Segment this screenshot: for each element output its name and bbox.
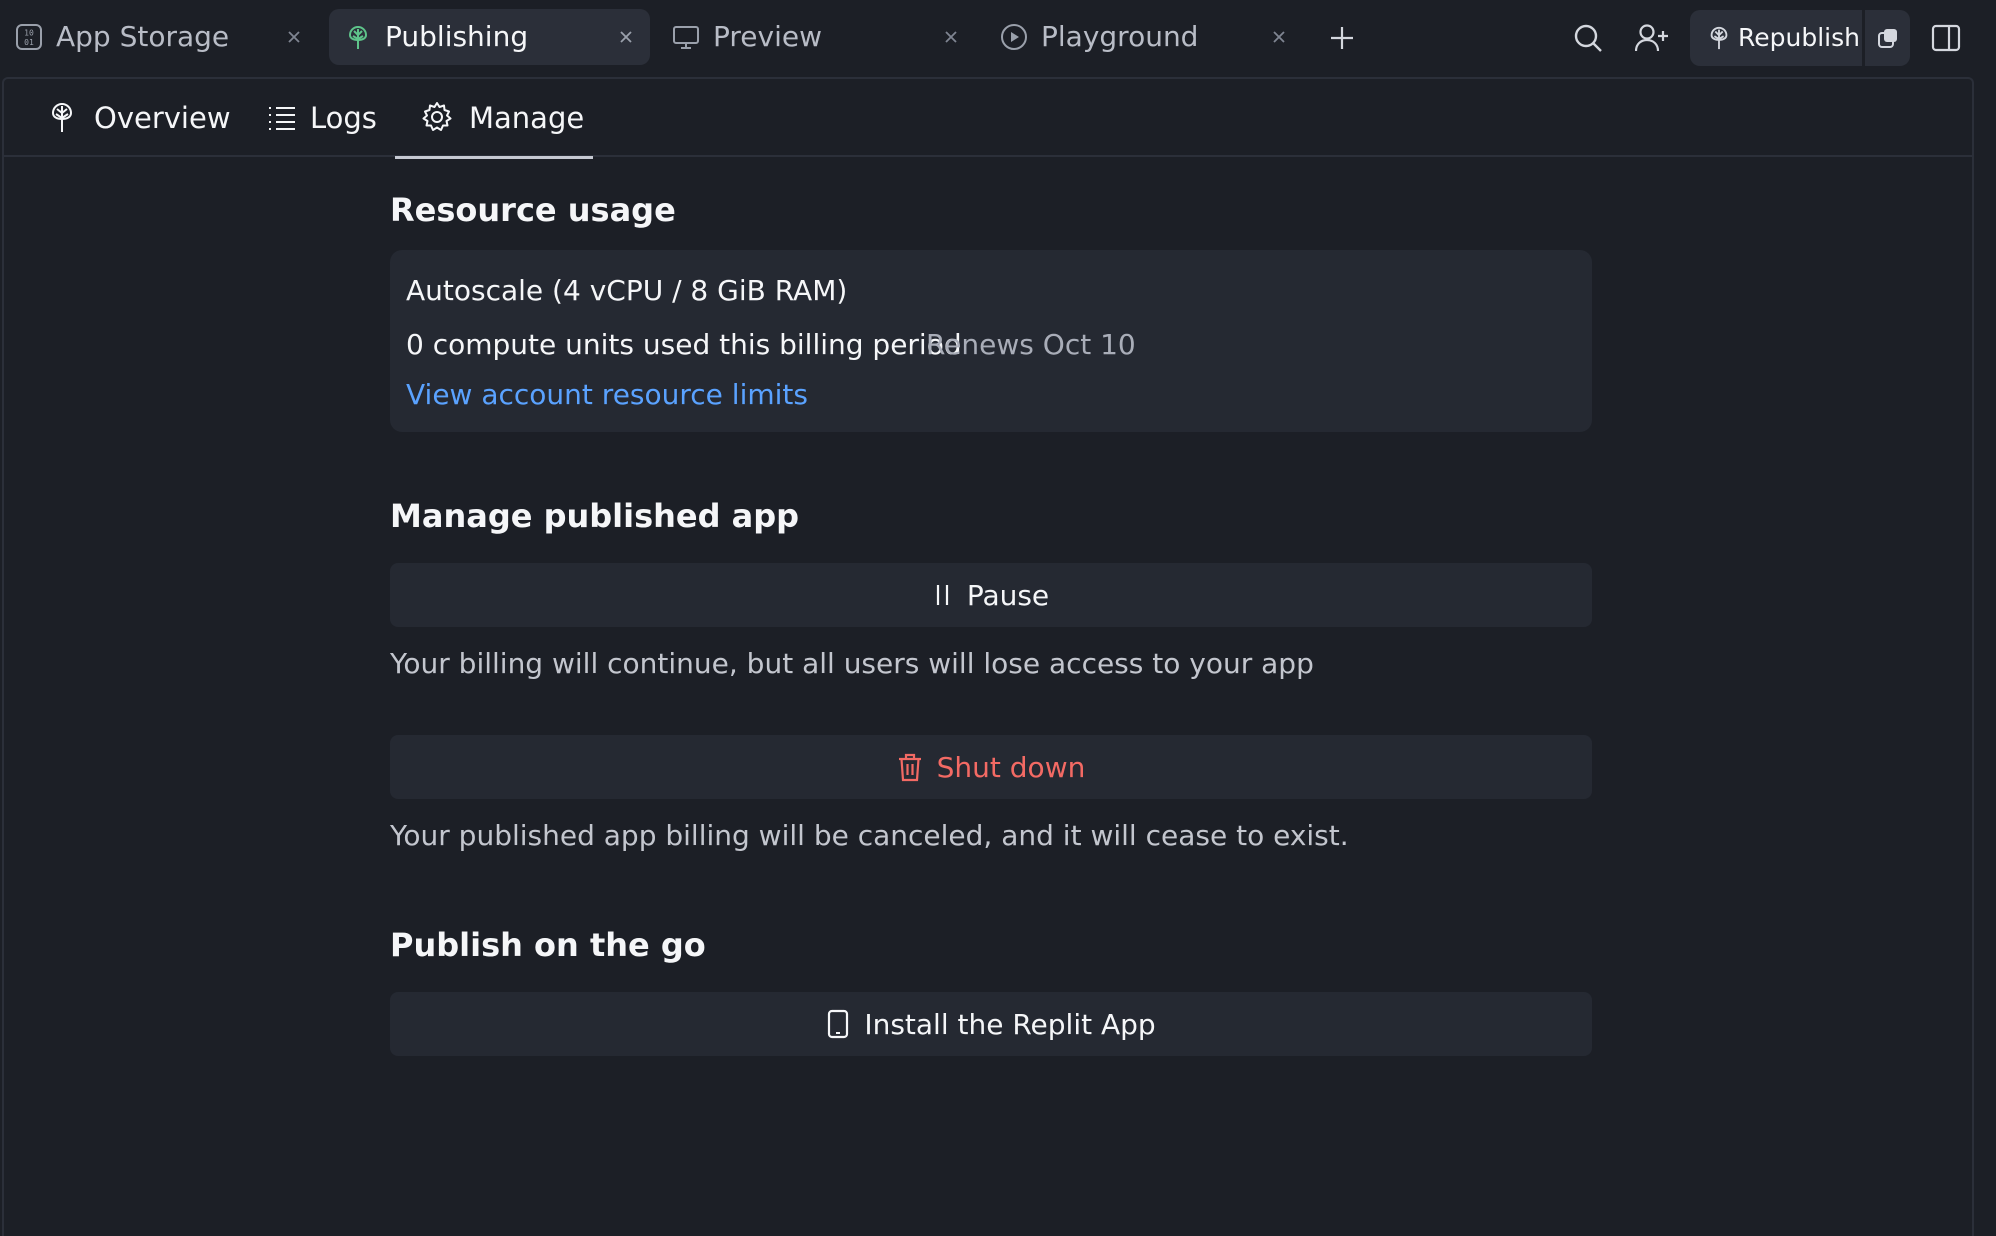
list-icon <box>269 107 295 130</box>
pause-icon <box>936 585 948 605</box>
gear-icon <box>422 102 452 131</box>
publish-on-the-go-title: Publish on the go <box>390 926 706 964</box>
subtab-label: Overview <box>94 101 231 135</box>
subtab-manage[interactable]: Manage <box>395 79 593 159</box>
pause-label: Pause <box>966 578 1050 612</box>
pause-button[interactable]: Pause <box>390 563 1592 627</box>
tab-playground[interactable]: Playground <box>985 9 1303 65</box>
republish-button[interactable]: Republish <box>1690 10 1862 66</box>
publishing-panel: Overview Logs Manage Resource usage Auto… <box>2 77 1974 1236</box>
tab-label: Publishing <box>385 20 529 53</box>
resource-usage-title: Resource usage <box>390 191 676 229</box>
republish-label: Republish <box>1738 23 1860 52</box>
tab-preview[interactable]: Preview <box>657 9 975 65</box>
tab-label: Playground <box>1041 20 1199 53</box>
republish-options-button[interactable] <box>1865 10 1910 66</box>
tab-label: Preview <box>713 20 822 53</box>
top-tab-bar: 10 01 App Storage Publishing Preview Pla… <box>0 0 1996 77</box>
subtab-label: Logs <box>310 101 377 135</box>
plan-text: Autoscale (4 vCPU / 8 GiB RAM) <box>406 274 848 307</box>
resource-usage-card: Autoscale (4 vCPU / 8 GiB RAM) 0 compute… <box>390 250 1592 432</box>
usage-text: 0 compute units used this billing period <box>406 328 962 361</box>
svg-text:10: 10 <box>24 29 34 38</box>
publishing-tree-icon <box>1710 26 1728 50</box>
subtab-overview[interactable]: Overview <box>24 79 231 157</box>
manage-app-title: Manage published app <box>390 497 800 535</box>
close-icon[interactable] <box>943 29 959 45</box>
shut-down-button[interactable]: Shut down <box>390 735 1592 799</box>
subtab-logs[interactable]: Logs <box>244 79 384 157</box>
add-user-icon <box>1635 24 1668 52</box>
pause-help-text: Your billing will continue, but all user… <box>390 647 1314 680</box>
toggle-sidebar-button[interactable] <box>1924 16 1968 60</box>
invite-button[interactable] <box>1630 16 1674 60</box>
close-icon[interactable] <box>286 29 302 45</box>
play-circle-icon <box>1001 24 1027 50</box>
close-icon[interactable] <box>1271 29 1287 45</box>
view-resource-limits-link[interactable]: View account resource limits <box>406 378 808 411</box>
trash-icon <box>898 753 921 782</box>
subtab-label: Manage <box>469 101 585 135</box>
svg-text:01: 01 <box>24 38 34 47</box>
close-icon[interactable] <box>618 29 634 45</box>
install-replit-app-button[interactable]: Install the Replit App <box>390 992 1592 1056</box>
monitor-icon <box>673 26 699 49</box>
tab-app-storage[interactable]: 10 01 App Storage <box>0 9 318 65</box>
publishing-subtabs: Overview Logs Manage <box>4 79 1972 159</box>
search-button[interactable] <box>1566 16 1610 60</box>
window-stack-icon <box>1877 29 1897 48</box>
tab-label: App Storage <box>56 20 230 53</box>
sidebar-panel-icon <box>1931 24 1961 52</box>
shut-down-help-text: Your published app billing will be cance… <box>390 819 1349 852</box>
new-tab-button[interactable] <box>1320 16 1364 60</box>
publishing-tree-icon <box>51 102 73 132</box>
plus-icon <box>1331 27 1353 49</box>
shut-down-label: Shut down <box>936 750 1086 784</box>
renews-text: Renews Oct 10 <box>926 328 1136 361</box>
install-app-label: Install the Replit App <box>864 1007 1156 1041</box>
publishing-tree-icon <box>348 25 368 49</box>
search-icon <box>1574 24 1602 52</box>
tab-publishing[interactable]: Publishing <box>329 9 650 65</box>
mobile-phone-icon <box>828 1009 849 1039</box>
binary-storage-icon: 10 01 <box>16 24 42 50</box>
